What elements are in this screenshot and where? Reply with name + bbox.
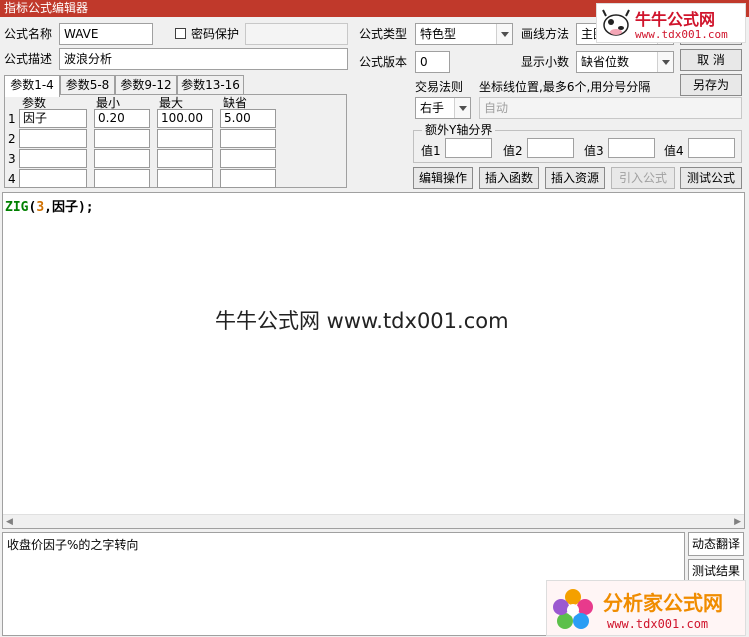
- param-cell-max[interactable]: [157, 129, 213, 148]
- formula-desc-input[interactable]: 波浪分析: [59, 48, 348, 70]
- tab-dynamic-translate[interactable]: 动态翻译: [688, 532, 744, 556]
- decimal-label: 显示小数: [521, 55, 570, 69]
- bottom-logo-url: www.tdx001.com: [607, 617, 709, 631]
- value1-label: 值1: [421, 144, 441, 158]
- coord-line-label: 坐标线位置,最多6个,用分号分隔: [479, 80, 651, 94]
- top-logo-text: 牛牛公式网: [635, 10, 716, 29]
- tab-params-5-8[interactable]: 参数5-8: [60, 75, 115, 95]
- param-cell-name[interactable]: [19, 129, 87, 148]
- horizontal-scrollbar[interactable]: ◀ ▶: [3, 514, 744, 528]
- cow-icon: [602, 9, 630, 36]
- formula-type-select[interactable]: 特色型: [415, 23, 513, 45]
- tab-params-13-16[interactable]: 参数13-16: [177, 75, 244, 95]
- insert-function-button[interactable]: 插入函数: [479, 167, 539, 189]
- chevron-down-icon[interactable]: [657, 52, 673, 72]
- extra-y-axis-legend: 额外Y轴分界: [422, 123, 496, 137]
- formula-name-input[interactable]: WAVE: [59, 23, 153, 45]
- param-cell-def[interactable]: 5.00: [220, 109, 276, 128]
- param-cell-max[interactable]: [157, 169, 213, 188]
- param-row-number: 4: [8, 172, 16, 186]
- decimal-select[interactable]: 缺省位数: [576, 51, 674, 73]
- chevron-down-icon[interactable]: [454, 98, 470, 118]
- watermark-text: 牛牛公式网 www.tdx001.com: [215, 309, 509, 333]
- formula-desc-label: 公式描述: [4, 52, 53, 66]
- param-cell-max[interactable]: 100.00: [157, 109, 213, 128]
- decimal-value: 缺省位数: [581, 55, 630, 69]
- draw-method-label: 画线方法: [521, 27, 570, 41]
- value3-label: 值3: [584, 144, 604, 158]
- param-cell-def[interactable]: [220, 129, 276, 148]
- param-row-number: 2: [8, 132, 16, 146]
- top-logo-url: www.tdx001.com: [635, 28, 728, 41]
- import-formula-button[interactable]: 引入公式: [611, 167, 675, 189]
- formula-editor[interactable]: ZIG(3,因子); 牛牛公式网 www.tdx001.com ◀ ▶: [2, 192, 745, 529]
- param-cell-name[interactable]: 因子: [19, 109, 87, 128]
- status-text: 收盘价因子%的之字转向: [7, 538, 139, 552]
- password-label: 密码保护: [191, 27, 240, 41]
- code-function: ZIG: [5, 200, 29, 215]
- param-cell-name[interactable]: [19, 169, 87, 188]
- password-checkbox[interactable]: [175, 28, 186, 39]
- tab-params-1-4[interactable]: 参数1-4: [4, 75, 60, 97]
- param-cell-def[interactable]: [220, 169, 276, 188]
- param-row-number: 3: [8, 152, 16, 166]
- chevron-down-icon[interactable]: [496, 24, 512, 44]
- formula-name-label: 公式名称: [4, 27, 53, 41]
- code-number: 3: [36, 200, 45, 215]
- save-as-button[interactable]: 另存为: [680, 74, 742, 96]
- formula-code[interactable]: ZIG(3,因子);: [5, 196, 94, 215]
- value1-input[interactable]: [445, 138, 492, 158]
- value2-label: 值2: [503, 144, 523, 158]
- code-rest: ,因子);: [44, 200, 94, 215]
- value4-label: 值4: [664, 144, 684, 158]
- tab-params-9-12[interactable]: 参数9-12: [115, 75, 177, 95]
- formula-version-input[interactable]: 0: [415, 51, 450, 73]
- trade-rule-select[interactable]: 右手: [415, 97, 471, 119]
- flower-icon: [553, 589, 593, 629]
- edit-operation-button[interactable]: 编辑操作: [413, 167, 473, 189]
- test-formula-button[interactable]: 测试公式: [680, 167, 742, 189]
- password-input[interactable]: [245, 23, 348, 45]
- param-cell-min[interactable]: 0.20: [94, 109, 150, 128]
- scroll-right-icon[interactable]: ▶: [734, 517, 741, 527]
- insert-resource-button[interactable]: 插入资源: [545, 167, 605, 189]
- formula-type-value: 特色型: [420, 27, 457, 41]
- param-cell-min[interactable]: [94, 169, 150, 188]
- formula-version-label: 公式版本: [359, 55, 408, 69]
- param-cell-name[interactable]: [19, 149, 87, 168]
- param-cell-max[interactable]: [157, 149, 213, 168]
- trade-rule-label: 交易法则: [415, 80, 464, 94]
- param-cell-def[interactable]: [220, 149, 276, 168]
- trade-rule-value: 右手: [420, 101, 445, 115]
- bottom-logo: 分析家公式网 www.tdx001.com: [546, 580, 746, 636]
- param-row-number: 1: [8, 112, 16, 126]
- param-cell-min[interactable]: [94, 129, 150, 148]
- cancel-button[interactable]: 取 消: [680, 49, 742, 71]
- formula-type-label: 公式类型: [359, 27, 408, 41]
- value2-input[interactable]: [527, 138, 574, 158]
- window-title: 指标公式编辑器: [4, 1, 89, 15]
- scroll-left-icon[interactable]: ◀: [6, 517, 13, 527]
- coord-line-input[interactable]: 自动: [479, 97, 742, 119]
- bottom-logo-text: 分析家公式网: [603, 591, 723, 615]
- value3-input[interactable]: [608, 138, 655, 158]
- param-cell-min[interactable]: [94, 149, 150, 168]
- top-logo: 牛牛公式网 www.tdx001.com: [596, 3, 746, 43]
- value4-input[interactable]: [688, 138, 735, 158]
